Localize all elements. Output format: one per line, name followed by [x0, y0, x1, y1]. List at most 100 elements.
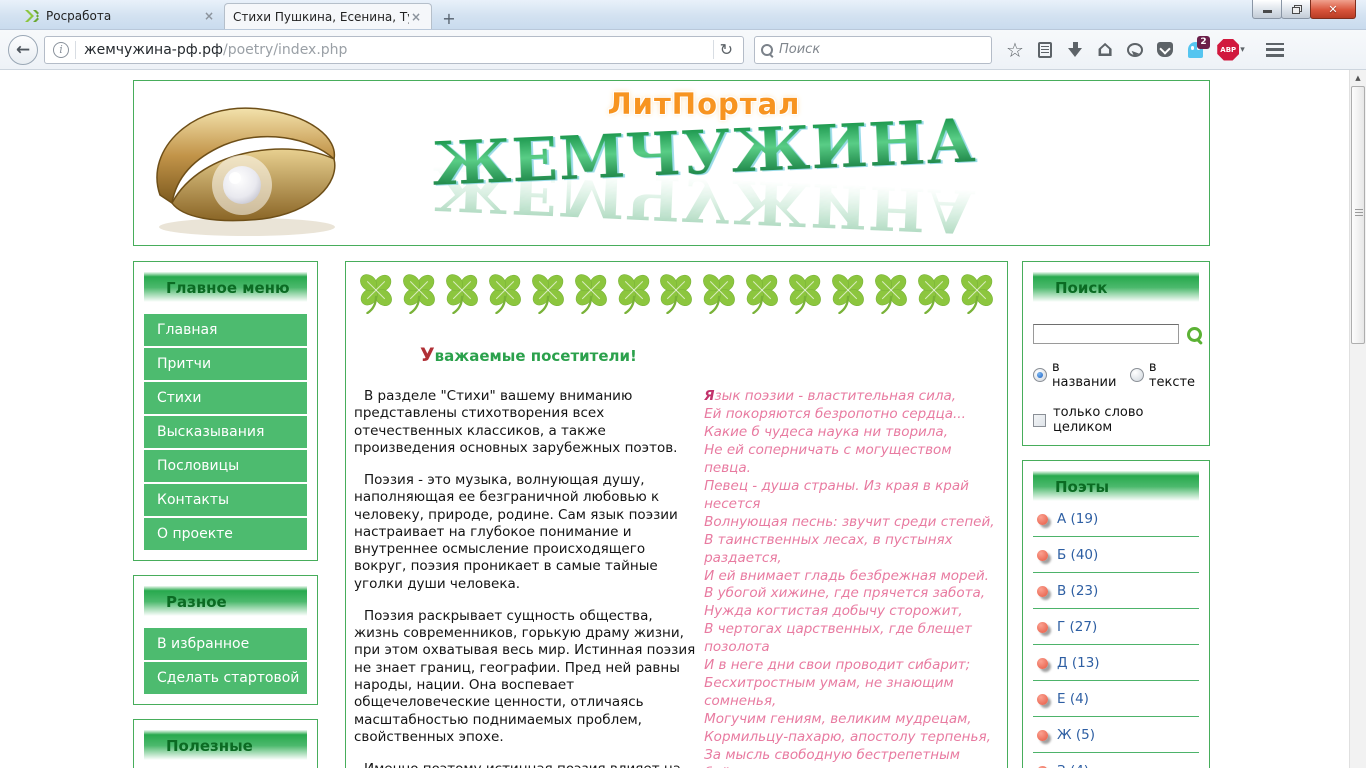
clover-icon — [571, 272, 611, 314]
heading-rest: важаемые посетители! — [435, 347, 637, 365]
tab-poetry-active[interactable]: Стихи Пушкина, Есенина, Тур... × — [224, 3, 432, 29]
clover-icon — [742, 272, 782, 314]
poet-letter-row[interactable]: В (23) — [1033, 573, 1199, 609]
hello-button[interactable] — [1120, 35, 1150, 65]
poem-line: Язык поэзии - властительная сила, — [704, 388, 999, 406]
home-button[interactable]: ⌂ — [1090, 35, 1120, 65]
bullet-ball-icon — [1037, 514, 1048, 525]
sidebar-menu-item[interactable]: Главная — [144, 314, 307, 346]
poem-line: Ей покоряются безропотно сердца... — [704, 406, 999, 424]
url-text[interactable]: жемчужина-рф.рф/poetry/index.php — [84, 42, 713, 58]
misc-menu-box: Разное В избранноеСделать стартовой — [133, 575, 318, 705]
sidebar-menu-item[interactable]: Контакты — [144, 484, 307, 516]
ghostery-button[interactable]: 2 — [1180, 35, 1210, 65]
radio-in-title[interactable] — [1033, 368, 1047, 382]
poet-letter-link[interactable]: З (4) — [1057, 763, 1089, 768]
poet-letter-row[interactable]: З (4) — [1033, 753, 1199, 768]
bookmarks-menu-button[interactable] — [1030, 35, 1060, 65]
clover-icon — [785, 272, 825, 314]
rosrabota-favicon — [24, 8, 40, 24]
poem-line: Певец - душа страны. Из края в край несе… — [704, 478, 999, 514]
navigation-toolbar: ← i жемчужина-рф.рф/poetry/index.php ↻ ☆… — [0, 30, 1366, 70]
poem-line: Волнующая песнь: звучит среди степей, — [704, 514, 999, 532]
close-button[interactable]: ✕ — [1310, 0, 1356, 19]
sidebar-menu-item[interactable]: Сделать стартовой — [144, 662, 307, 694]
radio-in-text-label[interactable]: в тексте — [1149, 360, 1199, 390]
minimize-button[interactable] — [1252, 0, 1282, 19]
bookmark-star-button[interactable]: ☆ — [1000, 35, 1030, 65]
poet-letter-link[interactable]: А (19) — [1057, 511, 1098, 527]
clover-icon — [442, 272, 482, 314]
sidebar-menu-item[interactable]: Пословицы — [144, 450, 307, 482]
adblock-button[interactable]: ABP ▾ — [1210, 35, 1252, 65]
pocket-icon — [1157, 42, 1173, 57]
poets-header: Поэты — [1033, 471, 1199, 501]
bullet-ball-icon — [1037, 658, 1048, 669]
main-column: Уважаемые посетители! В разделе "Стихи" … — [345, 261, 1008, 768]
scrollbar-thumb[interactable] — [1351, 86, 1365, 344]
minimize-icon — [1263, 10, 1272, 13]
left-sidebar: Главное меню ГлавнаяПритчиСтихиВысказыва… — [133, 261, 318, 768]
reload-button[interactable]: ↻ — [713, 40, 739, 59]
bullet-ball-icon — [1037, 586, 1048, 597]
poet-letter-link[interactable]: Д (13) — [1057, 655, 1100, 671]
window-controls: ✕ — [1253, 0, 1356, 19]
new-tab-button[interactable]: + — [436, 7, 462, 29]
poets-list: А (19) Б (40) В (23) — [1033, 501, 1199, 768]
sidebar-menu-item[interactable]: В избранное — [144, 628, 307, 660]
poet-letter-link[interactable]: Е (4) — [1057, 691, 1089, 707]
tab-close-icon[interactable]: × — [202, 9, 216, 23]
poet-letter-row[interactable]: Г (27) — [1033, 609, 1199, 645]
poet-letter-link[interactable]: Ж (5) — [1057, 727, 1095, 743]
pocket-button[interactable] — [1150, 35, 1180, 65]
sidebar-menu-item[interactable]: Стихи — [144, 382, 307, 414]
site-info-icon[interactable]: i — [53, 42, 69, 58]
poet-letter-link[interactable]: Б (40) — [1057, 547, 1098, 563]
intro-paragraph: Именно поэтому истинная поэзия влияет на… — [354, 761, 696, 768]
search-panel-header: Поиск — [1033, 272, 1199, 302]
poet-letter-link[interactable]: Г (27) — [1057, 619, 1097, 635]
site-search-input[interactable] — [1033, 324, 1179, 344]
radio-in-title-label[interactable]: в названии — [1052, 360, 1118, 390]
menu-button[interactable] — [1260, 35, 1290, 65]
poem-first-line: зык поэзии - властительная сила, — [715, 388, 957, 404]
browser-search-box[interactable] — [754, 36, 992, 64]
url-bar[interactable]: i жемчужина-рф.рф/poetry/index.php ↻ — [44, 36, 744, 64]
adblock-icon: ABP — [1217, 39, 1239, 61]
whole-word-checkbox[interactable] — [1033, 414, 1046, 427]
poet-letter-link[interactable]: В (23) — [1057, 583, 1098, 599]
clover-icon — [699, 272, 739, 314]
search-submit-icon[interactable] — [1186, 326, 1203, 343]
pearl-oyster-image — [142, 87, 352, 239]
site-logo: ЛитПортал ЖЕМЧУЖИНА ЖЕМЧУЖИНА — [414, 87, 994, 229]
search-panel-box: Поиск в названии в тексте — [1022, 261, 1210, 446]
sidebar-menu-item[interactable]: Притчи — [144, 348, 307, 380]
poet-letter-row[interactable]: Б (40) — [1033, 537, 1199, 573]
links-menu-header: Полезные ссылки — [144, 730, 307, 760]
restore-button[interactable] — [1281, 0, 1311, 19]
chat-bubble-icon — [1127, 43, 1143, 57]
poet-letter-row[interactable]: Е (4) — [1033, 681, 1199, 717]
poem-line: Могучим гениям, великим мудрецам, — [704, 711, 999, 729]
tab-title[interactable]: Стихи Пушкина, Есенина, Тур... — [233, 10, 409, 24]
bullet-ball-icon — [1037, 694, 1048, 705]
poet-letter-row[interactable]: Ж (5) — [1033, 717, 1199, 753]
sidebar-menu-item[interactable]: Высказывания — [144, 416, 307, 448]
tab-rosrabota[interactable]: Росработа × — [16, 3, 224, 29]
poet-letter-row[interactable]: А (19) — [1033, 501, 1199, 537]
poet-letter-row[interactable]: Д (13) — [1033, 645, 1199, 681]
clover-icon — [914, 272, 954, 314]
tab-close-icon[interactable]: × — [409, 10, 423, 24]
star-icon: ☆ — [1006, 40, 1024, 60]
radio-in-text[interactable] — [1130, 368, 1144, 382]
whole-word-label[interactable]: только слово целиком — [1053, 405, 1199, 435]
tab-title[interactable]: Росработа — [46, 9, 202, 23]
browser-search-input[interactable] — [779, 42, 985, 57]
clover-icon — [485, 272, 525, 314]
heading-initial: У — [420, 344, 435, 366]
scroll-up-button[interactable]: ▲ — [1350, 70, 1366, 86]
vertical-scrollbar[interactable]: ▲ — [1349, 70, 1366, 768]
back-button[interactable]: ← — [8, 35, 38, 65]
downloads-button[interactable] — [1060, 35, 1090, 65]
sidebar-menu-item[interactable]: О проекте — [144, 518, 307, 550]
